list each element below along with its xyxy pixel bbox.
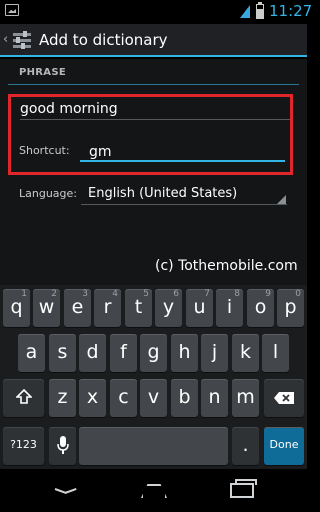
navigation-bar — [0, 469, 307, 512]
key-w[interactable]: w2 — [33, 289, 60, 327]
key-o[interactable]: o9 — [247, 289, 274, 327]
language-label: Language: — [19, 187, 77, 200]
key-m[interactable]: m — [232, 379, 259, 417]
shift-key[interactable] — [3, 379, 44, 417]
key-v[interactable]: v — [140, 379, 167, 417]
period-key[interactable]: . — [232, 427, 259, 465]
phrase-section-header: PHRASE — [19, 67, 66, 78]
language-value: English (United States) — [88, 186, 238, 201]
notification-image-icon — [5, 4, 19, 16]
key-c[interactable]: c — [110, 379, 137, 417]
key-e[interactable]: e3 — [64, 289, 91, 327]
backspace-key[interactable] — [264, 379, 304, 417]
key-z[interactable]: z — [49, 379, 76, 417]
done-key[interactable]: Done — [264, 427, 304, 465]
key-a[interactable]: a — [18, 334, 45, 372]
key-hint: 5 — [143, 289, 149, 299]
key-i[interactable]: i8 — [216, 289, 243, 327]
app-settings-icon[interactable] — [12, 30, 32, 50]
status-time: 11:27 — [269, 2, 313, 20]
key-t[interactable]: t5 — [125, 289, 152, 327]
action-bar: ‹ Add to dictionary — [0, 24, 307, 57]
key-hint: 8 — [234, 289, 240, 299]
key-hint: 9 — [265, 289, 271, 299]
key-y[interactable]: y6 — [155, 289, 182, 327]
key-label: r — [103, 296, 112, 318]
key-k[interactable]: k — [232, 334, 259, 372]
battery-icon — [256, 2, 264, 19]
soft-keyboard: q1 w2 e3 r4 t5 y6 u7 i8 o9 p0 a s d f g … — [0, 285, 307, 469]
key-g[interactable]: g — [140, 334, 167, 372]
key-hint: 7 — [204, 289, 210, 299]
dropdown-caret-icon — [277, 195, 286, 204]
key-label: i — [226, 296, 233, 318]
back-chevron-icon[interactable]: ‹ — [3, 32, 8, 47]
key-hint: 2 — [51, 289, 57, 299]
key-x[interactable]: x — [79, 379, 106, 417]
nav-recent-apps-icon[interactable] — [230, 479, 257, 498]
shift-icon — [14, 388, 33, 404]
key-l[interactable]: l — [262, 334, 289, 372]
language-select-underline — [81, 204, 287, 205]
key-u[interactable]: u7 — [186, 289, 213, 327]
microphone-icon — [56, 436, 69, 454]
key-j[interactable]: j — [201, 334, 228, 372]
backspace-icon — [274, 392, 294, 404]
key-hint: 1 — [21, 289, 27, 299]
nav-back-icon[interactable] — [55, 488, 77, 496]
key-r[interactable]: r4 — [94, 289, 121, 327]
key-hint: 6 — [173, 289, 179, 299]
signal-icon — [240, 5, 250, 18]
voice-input-key[interactable] — [49, 427, 76, 465]
key-b[interactable]: b — [171, 379, 198, 417]
key-hint: 4 — [112, 289, 118, 299]
page-title: Add to dictionary — [39, 31, 168, 49]
phrase-input[interactable] — [20, 97, 288, 121]
symbols-key[interactable]: ?123 — [3, 427, 44, 465]
key-d[interactable]: d — [79, 334, 106, 372]
space-key[interactable] — [79, 427, 228, 465]
key-q[interactable]: q1 — [3, 289, 30, 327]
nav-home-icon[interactable] — [141, 484, 167, 498]
key-f[interactable]: f — [110, 334, 137, 372]
key-p[interactable]: p0 — [277, 289, 304, 327]
watermark-text: (c) Tothemobile.com — [155, 258, 298, 274]
key-label: t — [134, 296, 143, 318]
key-s[interactable]: s — [49, 334, 76, 372]
key-n[interactable]: n — [201, 379, 228, 417]
phrase-input-underline — [20, 119, 290, 120]
key-hint: 0 — [295, 289, 301, 299]
shortcut-label: Shortcut: — [19, 144, 70, 157]
key-hint: 3 — [82, 289, 88, 299]
status-bar: 11:27 — [0, 0, 312, 24]
dictionary-form: PHRASE Shortcut: Language: English (Unit… — [0, 59, 307, 285]
language-select[interactable]: English (United States) — [81, 183, 287, 205]
section-divider — [8, 84, 299, 85]
key-h[interactable]: h — [171, 334, 198, 372]
shortcut-input-underline — [80, 160, 285, 162]
